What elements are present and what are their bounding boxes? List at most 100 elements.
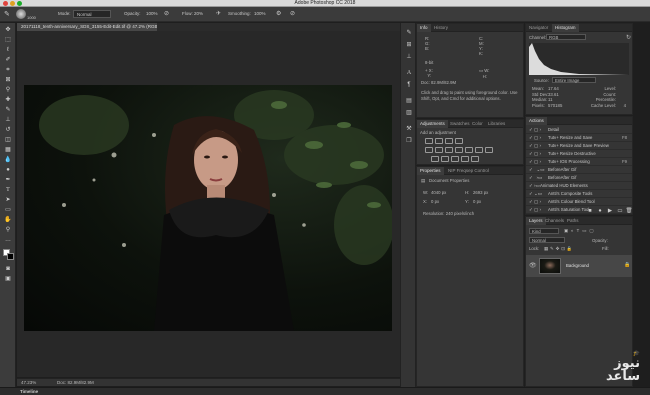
smoothing-options-gear-icon[interactable]: ⚙ <box>276 10 281 17</box>
eyedropper-tool-icon[interactable]: ⚲ <box>3 86 13 94</box>
flow-value[interactable]: 20% <box>194 11 203 16</box>
lasso-tool-icon[interactable]: ℓ <box>3 46 13 54</box>
move-tool-icon[interactable]: ✥ <box>3 26 13 34</box>
list-item[interactable]: ✓ ▢ › Antti's Colour Blend Tool <box>526 198 632 206</box>
tab-nip-freqsep[interactable]: NIP Freqsep Control <box>445 167 492 175</box>
pressure-size-icon[interactable]: ⊘ <box>290 10 295 17</box>
hand-tool-icon[interactable]: ✋ <box>3 216 13 224</box>
delete-icon[interactable]: 🗑 <box>625 208 633 215</box>
brightness-contrast-icon[interactable] <box>425 138 433 144</box>
new-set-icon[interactable]: ▭ <box>616 208 624 215</box>
source-select[interactable]: Entire Image <box>552 77 596 83</box>
opacity-value[interactable]: 100% <box>146 11 158 16</box>
pen-tool-icon[interactable]: ✒ <box>3 176 13 184</box>
list-item[interactable]: ✓ ▢ › Tutv+ Resize and Save F8 <box>526 134 632 142</box>
height-value[interactable]: 2693 px <box>473 190 488 195</box>
posterize-icon[interactable] <box>441 156 449 162</box>
tab-navigator[interactable]: Navigator <box>526 24 551 32</box>
gradient-tool-icon[interactable]: ▦ <box>3 146 13 154</box>
rectangle-tool-icon[interactable]: ▭ <box>3 206 13 214</box>
lock-icon[interactable]: 🔒 <box>624 262 630 268</box>
curves-icon[interactable] <box>445 138 453 144</box>
clone-source-icon[interactable]: ⊥ <box>404 53 414 61</box>
brush-tool-icon[interactable]: ✎ <box>4 10 10 18</box>
quick-select-tool-icon[interactable]: ✐ <box>3 56 13 64</box>
quick-mask-icon[interactable]: ◙ <box>3 265 13 273</box>
list-item[interactable]: ✓ ⌄▭ BeforeAfter Gif <box>526 166 632 174</box>
tab-color[interactable]: Color <box>469 120 486 128</box>
hue-saturation-icon[interactable] <box>435 147 443 153</box>
list-item[interactable]: ✓ ▢ › Tutv+ Resize Destructive <box>526 150 632 158</box>
photo-filter-icon[interactable] <box>465 147 473 153</box>
play-icon[interactable]: ▶ <box>606 208 614 215</box>
invert-icon[interactable] <box>431 156 439 162</box>
timeline-label[interactable]: Timeline <box>20 389 38 394</box>
screen-mode-icon[interactable]: ▣ <box>3 275 13 283</box>
color-lookup-icon[interactable] <box>485 147 493 153</box>
crop-tool-icon[interactable]: ⌗ <box>3 66 13 74</box>
blur-tool-icon[interactable]: 💧 <box>3 156 13 164</box>
lock-icons[interactable]: ▦✎✥⊡🔒 <box>544 246 574 252</box>
tab-actions[interactable]: Actions <box>526 117 547 125</box>
more-tools-icon[interactable]: … <box>3 236 13 244</box>
color-balance-icon[interactable] <box>445 147 453 153</box>
tab-paths[interactable]: Paths <box>564 217 582 225</box>
list-item[interactable]: ✓ ▢ › Tutv+ Resize and Save Preview <box>526 142 632 150</box>
zoom-level[interactable]: 47.23% <box>21 380 36 385</box>
tab-history[interactable]: History <box>431 24 451 32</box>
threshold-icon[interactable] <box>451 156 459 162</box>
selective-color-icon[interactable] <box>471 156 479 162</box>
vibrance-icon[interactable] <box>425 147 433 153</box>
layer-comps-icon[interactable]: ❐ <box>404 137 414 145</box>
tab-adjustments[interactable]: Adjustments <box>417 120 448 128</box>
channel-select[interactable]: RGB <box>546 34 586 40</box>
eraser-tool-icon[interactable]: ◫ <box>3 136 13 144</box>
blend-mode-select[interactable]: Normal <box>529 237 565 243</box>
tab-libraries[interactable]: Libraries <box>485 120 508 128</box>
tab-info[interactable]: Info <box>417 24 431 32</box>
layer-name[interactable]: Background <box>566 263 589 268</box>
healing-brush-tool-icon[interactable]: ✚ <box>3 96 13 104</box>
exposure-icon[interactable] <box>455 138 463 144</box>
paragraph-styles-icon[interactable]: ▥ <box>404 109 414 117</box>
list-item[interactable]: ✓ ›▭ Animated HUD Elements <box>526 182 632 190</box>
clone-stamp-tool-icon[interactable]: ⊥ <box>3 116 13 124</box>
background-color-swatch[interactable] <box>7 253 14 260</box>
marquee-tool-icon[interactable]: ⬚ <box>3 36 13 44</box>
levels-icon[interactable] <box>435 138 443 144</box>
list-item[interactable]: ✓ ⌄▭ Antti's Composite Tools <box>526 190 632 198</box>
document-image[interactable] <box>24 85 392 331</box>
path-select-tool-icon[interactable]: ➤ <box>3 196 13 204</box>
character-icon[interactable]: A <box>404 69 414 77</box>
type-tool-icon[interactable]: T <box>3 186 13 194</box>
brush-preset-picker[interactable] <box>16 9 26 19</box>
brush-tool-icon[interactable]: ✎ <box>3 106 13 114</box>
brush-settings-icon[interactable]: ✎ <box>404 29 414 37</box>
y-value[interactable]: 0 px <box>473 199 481 204</box>
gradient-map-icon[interactable] <box>461 156 469 162</box>
list-item[interactable]: ✓ ▢ › Tutv+ IOS Processing F9 <box>526 158 632 166</box>
frame-tool-icon[interactable]: ⊠ <box>3 76 13 84</box>
visibility-eye-icon[interactable]: 👁 <box>529 262 537 269</box>
tool-presets-icon[interactable]: ⚒ <box>404 125 414 133</box>
stop-icon[interactable]: ■ <box>586 208 594 215</box>
tab-histogram[interactable]: Histogram <box>552 24 579 32</box>
paragraph-icon[interactable]: ¶ <box>404 81 414 89</box>
document-tab[interactable]: 20171118_tenth-anniversary_SDS_3155-Edit… <box>17 23 157 31</box>
smoothing-value[interactable]: 100% <box>254 11 266 16</box>
list-item[interactable]: ✓ ›▭ BeforeAfter Gif <box>526 174 632 182</box>
black-white-icon[interactable] <box>455 147 463 153</box>
layer-filter-icons[interactable]: ▣◐T▭▢ <box>564 228 596 234</box>
x-value[interactable]: 0 px <box>431 199 439 204</box>
width-value[interactable]: 4040 px <box>431 190 446 195</box>
zoom-tool-icon[interactable]: ⚲ <box>3 226 13 234</box>
layer-filter-select[interactable]: Kind <box>529 228 559 234</box>
channel-mixer-icon[interactable] <box>475 147 483 153</box>
record-icon[interactable]: ● <box>596 208 604 215</box>
tab-properties[interactable]: Properties <box>417 167 444 175</box>
layer-row-background[interactable]: 👁 Background 🔒 <box>526 255 632 277</box>
dodge-tool-icon[interactable]: ● <box>3 166 13 174</box>
airbrush-icon[interactable]: ✈ <box>216 10 221 17</box>
history-brush-tool-icon[interactable]: ↺ <box>3 126 13 134</box>
glyphs-icon[interactable]: ▤ <box>404 97 414 105</box>
